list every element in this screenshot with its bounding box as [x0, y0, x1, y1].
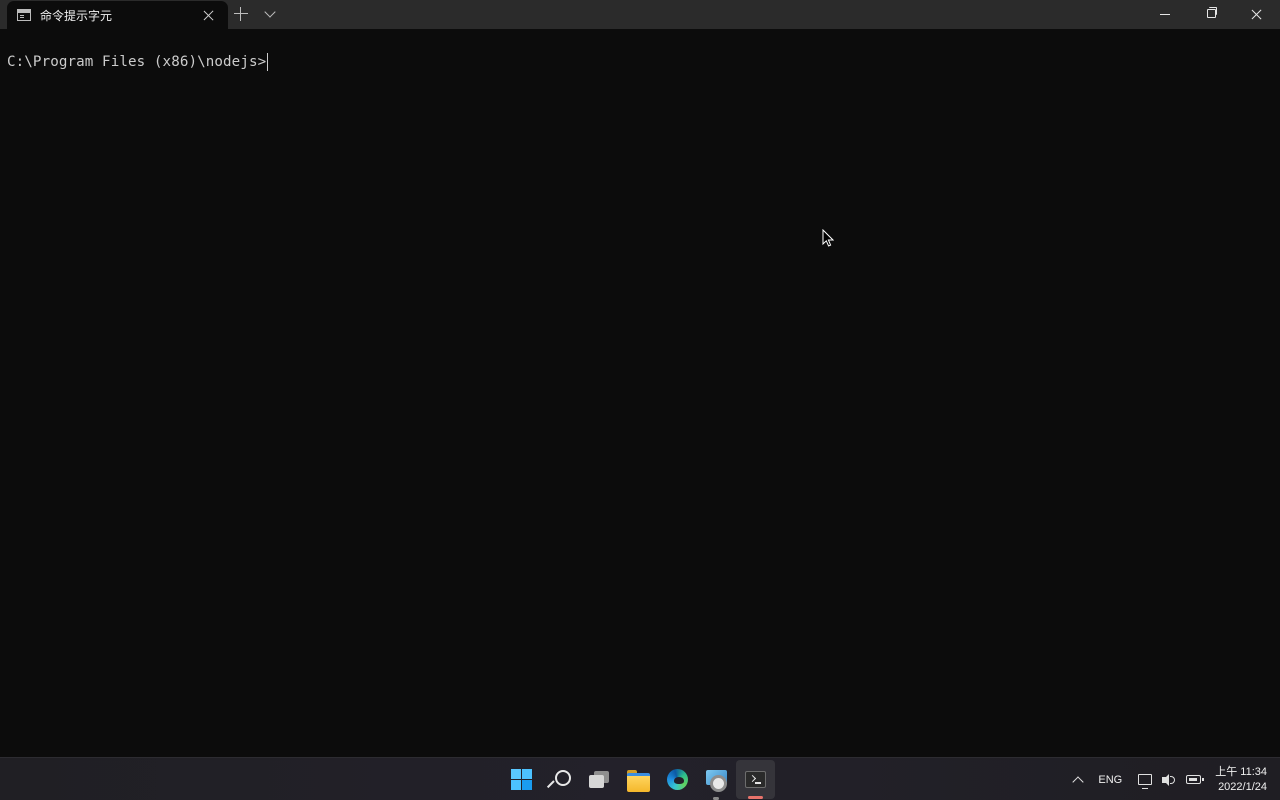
folder-icon: [627, 770, 650, 792]
volume-icon[interactable]: [1161, 773, 1177, 787]
cmd-icon: [17, 9, 31, 21]
minimize-icon[interactable]: [1142, 0, 1188, 29]
task-view-icon: [589, 771, 610, 788]
clock-time: 上午 11:34: [1215, 765, 1267, 778]
system-tray: ENG 上午 11:34 2022/1/24: [1072, 758, 1280, 800]
close-window-icon[interactable]: [1234, 0, 1280, 29]
network-icon[interactable]: [1138, 774, 1153, 789]
new-tab-plus-icon[interactable]: [234, 7, 248, 21]
clock[interactable]: 上午 11:34 2022/1/24: [1215, 765, 1267, 795]
windows-start-icon: [511, 769, 532, 790]
settings-icon: [706, 770, 727, 792]
tab-close-icon[interactable]: [202, 8, 216, 22]
active-indicator: [748, 796, 763, 799]
settings-button[interactable]: [697, 758, 736, 800]
restore-icon[interactable]: [1188, 0, 1234, 29]
terminal-button[interactable]: [736, 760, 775, 799]
taskbar-apps: [502, 758, 775, 800]
file-explorer-button[interactable]: [619, 758, 658, 800]
battery-icon[interactable]: [1186, 775, 1205, 784]
edge-icon: [667, 769, 688, 790]
console-area[interactable]: C:\Program Files (x86)\nodejs>: [0, 29, 1280, 757]
start-button[interactable]: [502, 758, 541, 800]
prompt-line: C:\Program Files (x86)\nodejs>: [7, 53, 269, 71]
task-view-button[interactable]: [580, 758, 619, 800]
command-prompt-text: C:\Program Files (x86)\nodejs>: [7, 54, 267, 70]
edge-button[interactable]: [658, 758, 697, 800]
taskbar: ENG 上午 11:34 2022/1/24: [0, 757, 1280, 800]
tab-title: 命令提示字元: [40, 8, 113, 23]
search-button[interactable]: [541, 758, 580, 800]
language-indicator[interactable]: ENG: [1098, 774, 1122, 786]
terminal-icon: [745, 771, 766, 788]
text-caret: [267, 53, 269, 71]
show-hidden-icons-chevron-icon[interactable]: [1072, 775, 1085, 788]
mouse-pointer-icon: [822, 229, 834, 247]
clock-date: 2022/1/24: [1218, 780, 1267, 793]
search-icon: [551, 769, 571, 790]
tab-command-prompt[interactable]: 命令提示字元: [7, 1, 228, 29]
window-controls: [1142, 0, 1280, 29]
title-bar: 命令提示字元: [0, 0, 1280, 29]
